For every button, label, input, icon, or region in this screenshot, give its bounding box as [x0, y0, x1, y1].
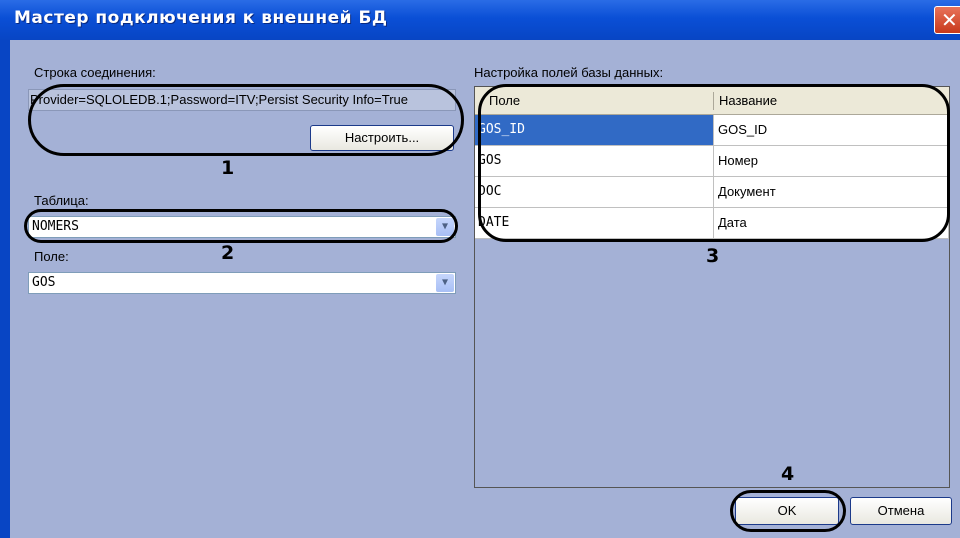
close-icon: ✕ — [941, 8, 958, 32]
annotation-number-2: 2 — [221, 242, 235, 264]
annotation-number-1: 1 — [221, 157, 235, 179]
window-title: Мастер подключения к внешней БД — [14, 8, 388, 28]
field-label: Поле: — [34, 249, 69, 264]
annotation-outline-4 — [730, 490, 846, 532]
title-bar: Мастер подключения к внешней БД ✕ — [0, 0, 960, 40]
fields-grid-label: Настройка полей базы данных: — [474, 65, 664, 80]
field-select-value: GOS — [32, 275, 56, 290]
annotation-number-4: 4 — [781, 463, 795, 485]
connection-string-label: Строка соединения: — [34, 65, 156, 80]
chevron-down-icon[interactable]: ▼ — [436, 274, 454, 292]
close-button[interactable]: ✕ — [934, 6, 960, 34]
table-label: Таблица: — [34, 193, 89, 208]
annotation-outline-1 — [28, 84, 464, 156]
annotation-outline-3 — [478, 84, 950, 242]
annotation-outline-2 — [24, 209, 458, 243]
window-frame-left — [0, 40, 10, 538]
cancel-button[interactable]: Отмена — [850, 497, 952, 525]
annotation-number-3: 3 — [706, 245, 720, 267]
field-select[interactable]: GOS ▼ — [28, 272, 456, 294]
